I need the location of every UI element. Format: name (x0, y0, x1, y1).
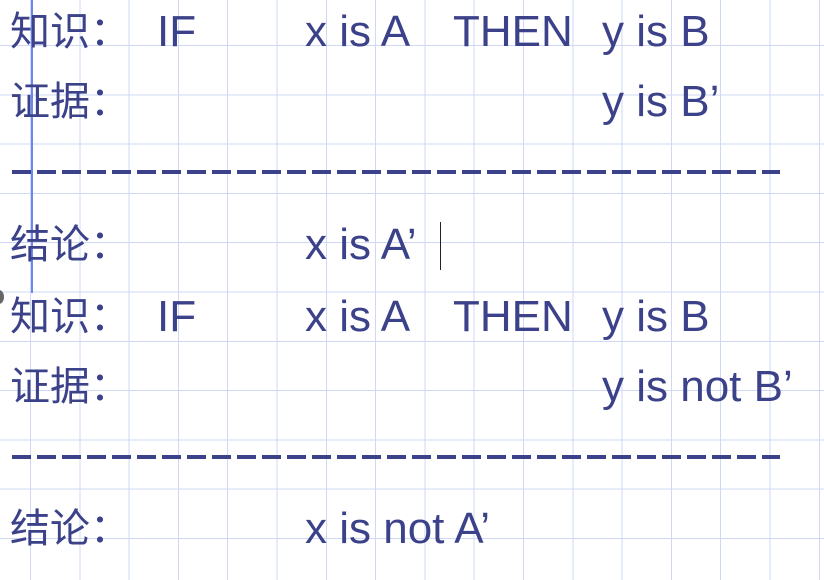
evidence: y is not B’ (602, 362, 793, 411)
consequent: y is B (602, 292, 710, 341)
evidence: y is B’ (602, 77, 720, 126)
evidence-label: 证据： (10, 79, 130, 125)
if-keyword: IF (157, 292, 197, 341)
if-keyword: IF (157, 7, 197, 56)
conclusion-label: 结论： (10, 506, 130, 552)
consequent: y is B (602, 7, 710, 56)
separator (12, 455, 780, 459)
text-cursor (440, 222, 441, 270)
evidence-label: 证据： (10, 364, 130, 410)
bullet-icon (0, 290, 4, 304)
knowledge-label: 知识： (10, 9, 130, 55)
knowledge-label: 知识： (10, 294, 130, 340)
conclusion-label: 结论： (10, 222, 130, 268)
antecedent: x is A (305, 292, 411, 341)
conclusion: x is not A’ (305, 504, 491, 553)
antecedent: x is A (305, 7, 411, 56)
separator (12, 170, 780, 174)
then-keyword: THEN (453, 292, 573, 341)
conclusion: x is A’ (305, 220, 417, 269)
then-keyword: THEN (453, 7, 573, 56)
